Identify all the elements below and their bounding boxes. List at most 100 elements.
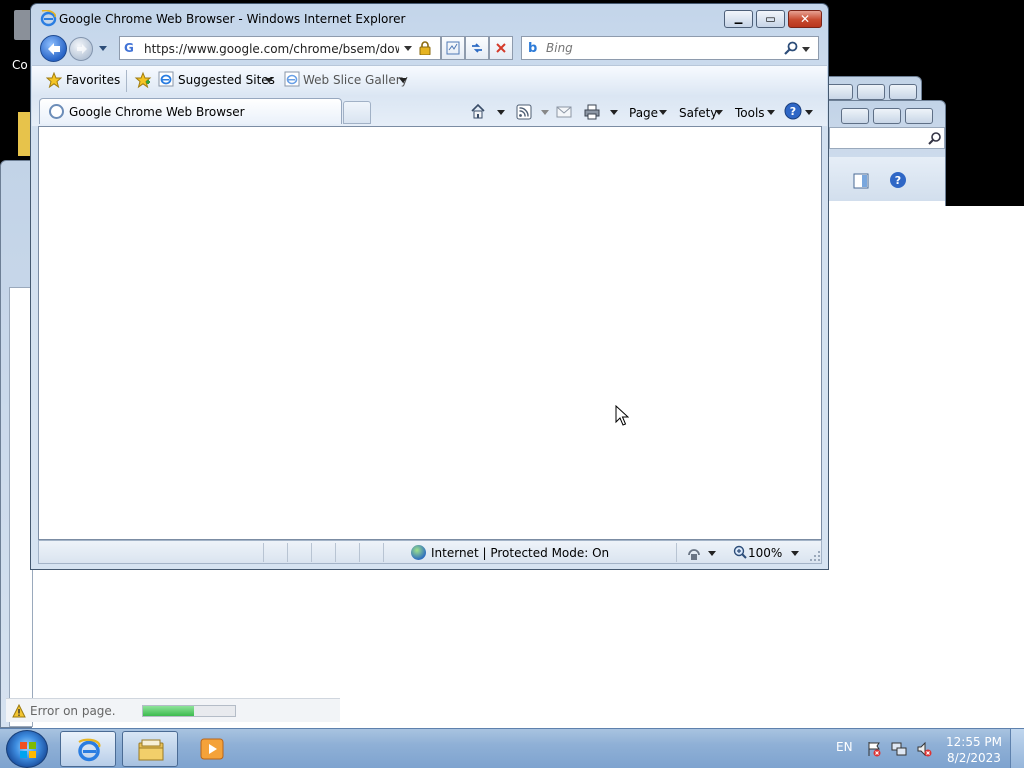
page-content[interactable] <box>38 126 822 540</box>
refresh-icon <box>472 43 482 53</box>
bg-maximize-button[interactable] <box>873 108 901 124</box>
suggested-sites-button[interactable]: Suggested Sites <box>178 73 275 87</box>
web-slice-ie-icon <box>284 71 300 87</box>
status-bar: Internet | Protected Mode: On 100% <box>38 540 822 564</box>
tab-row: Google Chrome Web Browser Page Safety To… <box>32 96 827 126</box>
folder-icon <box>138 739 164 761</box>
safety-menu[interactable]: Safety <box>679 106 717 120</box>
print-chevron-down-icon[interactable] <box>610 108 618 116</box>
feeds-chevron-down-icon[interactable] <box>541 108 549 116</box>
status-separator <box>287 543 288 562</box>
help-chevron-down-icon[interactable] <box>805 108 813 116</box>
status-separator <box>263 543 264 562</box>
bg-maximize-button[interactable] <box>857 84 885 100</box>
new-tab-button[interactable] <box>343 101 371 124</box>
help-icon[interactable]: ? <box>784 102 802 120</box>
minimize-icon: ▁ <box>734 13 743 25</box>
bing-logo-icon: b <box>528 41 538 56</box>
lock-icon[interactable] <box>418 41 432 55</box>
layout-icon[interactable] <box>853 173 869 189</box>
bg-minimize-button[interactable] <box>841 108 869 124</box>
favorites-bar: Favorites Suggested Sites Web Slice Gall… <box>32 65 827 96</box>
clock[interactable]: 12:55 PM 8/2/2023 <box>944 734 1004 766</box>
favorites-separator <box>126 70 127 92</box>
error-status-text[interactable]: Error on page. <box>30 704 116 718</box>
url-text[interactable]: https://www.google.com/chrome/bsem/down <box>144 42 399 56</box>
refresh-button[interactable] <box>465 36 489 60</box>
forward-arrow-icon <box>77 44 87 54</box>
bg-search-box[interactable] <box>829 127 945 149</box>
status-separator <box>311 543 312 562</box>
suggested-sites-chevron-down-icon[interactable] <box>265 76 273 84</box>
status-separator <box>335 543 336 562</box>
zoom-icon[interactable] <box>733 545 747 559</box>
folder-desktop-icon[interactable] <box>18 112 30 156</box>
mail-icon[interactable] <box>556 104 572 120</box>
bg-close-button[interactable] <box>889 84 917 100</box>
taskbar-media-player[interactable] <box>184 731 240 767</box>
help-icon[interactable]: ? <box>889 171 907 189</box>
maximize-button[interactable]: ▭ <box>756 10 785 28</box>
status-separator <box>383 543 384 562</box>
background-status-bar: Error on page. <box>6 698 340 722</box>
resize-grip-icon[interactable] <box>810 551 820 561</box>
favorites-button[interactable]: Favorites <box>66 73 120 87</box>
start-button[interactable] <box>6 730 48 768</box>
print-icon[interactable] <box>584 104 600 120</box>
language-indicator[interactable]: EN <box>836 740 853 754</box>
desktop-icon-label[interactable]: Co <box>12 58 28 72</box>
tools-menu[interactable]: Tools <box>735 106 765 120</box>
zoom-chevron-down-icon[interactable] <box>791 549 799 557</box>
background-window[interactable]: ? <box>818 100 946 207</box>
search-input[interactable] <box>546 40 766 56</box>
recent-pages-chevron-down-icon[interactable] <box>98 43 108 53</box>
internet-globe-icon <box>411 545 426 560</box>
web-slice-chevron-down-icon[interactable] <box>399 76 407 84</box>
taskbar-internet-explorer[interactable] <box>60 731 116 767</box>
address-bar[interactable]: G https://www.google.com/chrome/bsem/dow… <box>119 36 441 60</box>
stop-button[interactable] <box>489 36 513 60</box>
home-chevron-down-icon[interactable] <box>497 108 505 116</box>
compatibility-icon <box>446 41 460 55</box>
svg-text:?: ? <box>895 174 901 187</box>
add-to-favorites-bar-icon[interactable] <box>134 71 152 89</box>
search-icon[interactable] <box>784 41 798 55</box>
status-separator <box>676 543 677 562</box>
safety-chevron-down-icon[interactable] <box>715 108 723 116</box>
stop-icon <box>496 43 506 53</box>
ie-window: Google Chrome Web Browser - Windows Inte… <box>30 3 829 570</box>
show-desktop-button[interactable] <box>1010 729 1024 768</box>
page-menu[interactable]: Page <box>629 106 658 120</box>
security-zone-text[interactable]: Internet | Protected Mode: On <box>431 546 609 560</box>
minimize-button[interactable]: ▁ <box>724 10 753 28</box>
network-icon[interactable] <box>891 741 907 757</box>
tab-google-chrome[interactable]: Google Chrome Web Browser <box>39 98 342 124</box>
background-window-left[interactable] <box>0 160 33 728</box>
favorites-star-icon[interactable] <box>46 72 62 88</box>
bg-minimize-button[interactable] <box>825 84 853 100</box>
page-chevron-down-icon[interactable] <box>659 108 667 116</box>
action-center-flag-icon[interactable] <box>866 741 882 757</box>
protected-mode-chevron-down-icon[interactable] <box>708 549 716 557</box>
bg-close-button[interactable] <box>905 108 933 124</box>
forward-button[interactable] <box>69 37 93 61</box>
compatibility-view-button[interactable] <box>441 36 465 60</box>
web-slice-gallery-button[interactable]: Web Slice Gallery <box>303 73 408 87</box>
protected-mode-icon[interactable] <box>686 545 702 561</box>
bg-command-bar: ? <box>829 157 945 205</box>
back-button[interactable] <box>40 35 67 62</box>
address-chevron-down-icon[interactable] <box>403 43 413 53</box>
feeds-icon[interactable] <box>516 104 532 120</box>
search-icon[interactable] <box>928 131 942 145</box>
close-button[interactable]: ✕ <box>788 10 822 28</box>
zoom-level[interactable]: 100% <box>748 546 782 560</box>
tools-chevron-down-icon[interactable] <box>767 108 775 116</box>
warning-icon[interactable] <box>12 704 26 718</box>
tab-label: Google Chrome Web Browser <box>69 105 245 119</box>
taskbar-windows-explorer[interactable] <box>122 731 178 767</box>
search-options-chevron-down-icon[interactable] <box>802 45 810 53</box>
volume-muted-icon[interactable] <box>916 741 932 757</box>
search-box[interactable]: b <box>521 36 819 60</box>
home-icon[interactable] <box>470 103 486 119</box>
title-bar[interactable]: Google Chrome Web Browser - Windows Inte… <box>31 4 828 34</box>
